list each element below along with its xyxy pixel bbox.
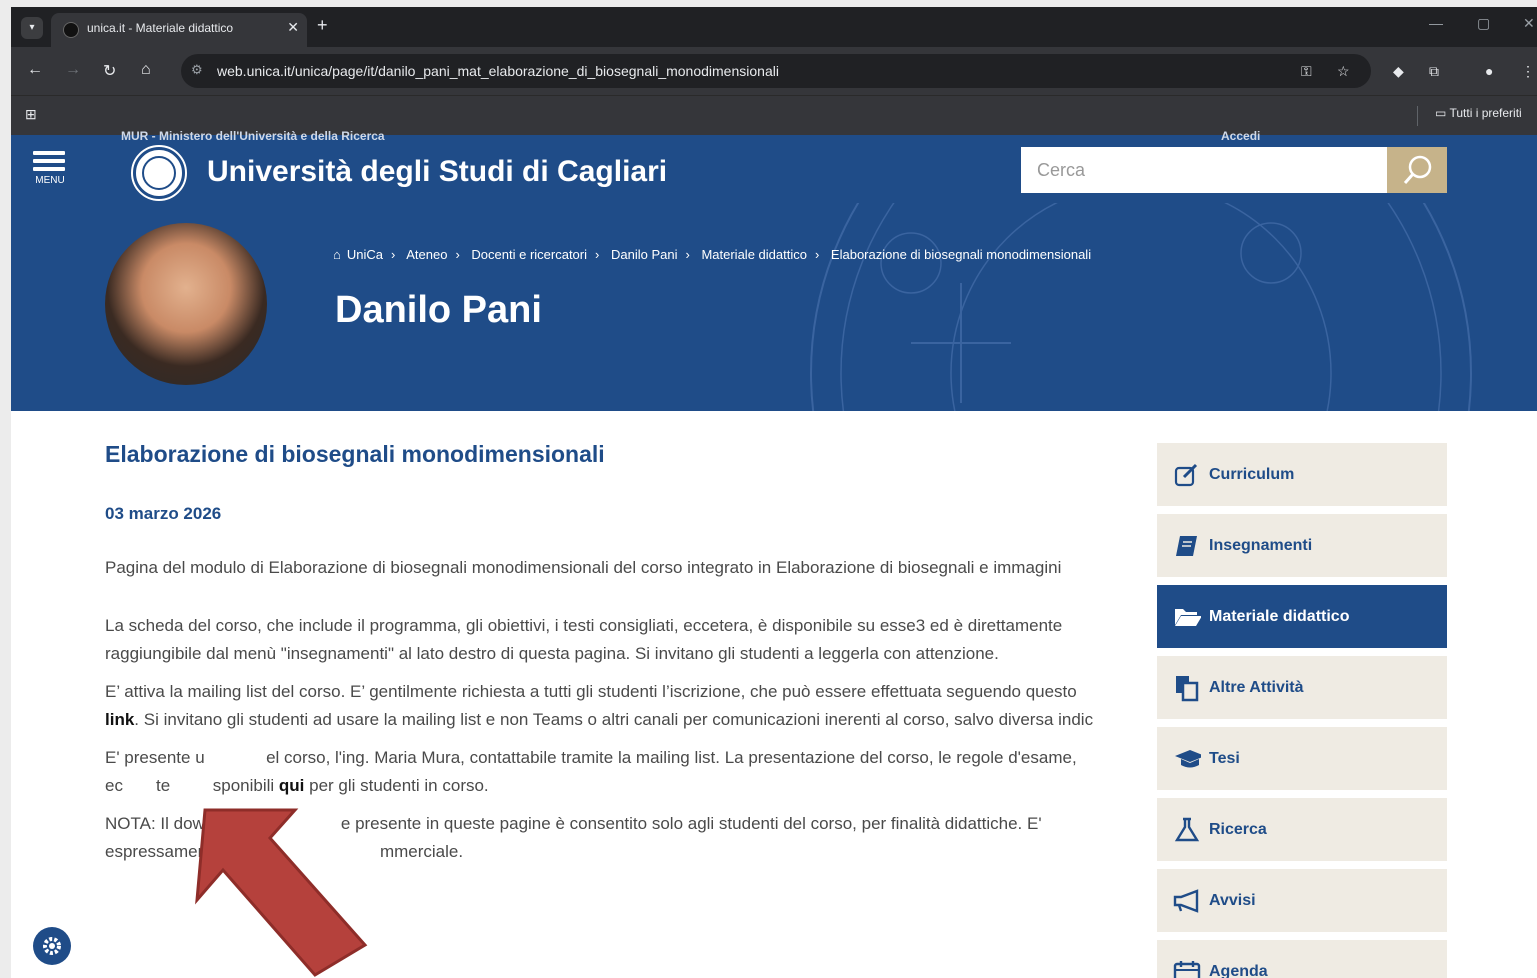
home-icon: ⌂ xyxy=(333,247,341,262)
extension-badge-icon[interactable]: ◆ xyxy=(1393,63,1404,80)
breadcrumb-item[interactable]: UniCa xyxy=(347,247,383,262)
active-tab[interactable]: unica.it - Materiale didattico ✕ xyxy=(51,13,307,47)
browser-toolbar: ← → ↻ ⌂ ⚙ web.unica.it/unica/page/it/dan… xyxy=(11,47,1537,95)
restore-icon[interactable]: ▢ xyxy=(1477,15,1490,32)
bookmark-star-icon[interactable]: ☆ xyxy=(1337,63,1350,80)
breadcrumb-item[interactable]: Materiale didattico xyxy=(701,247,807,262)
book-icon xyxy=(1173,534,1201,558)
profile-hero: ⌂ UniCa › Ateneo › Docenti e ricercatori › D… xyxy=(11,203,1537,411)
annotation-arrow xyxy=(195,808,368,977)
folder-open-icon xyxy=(1173,605,1201,629)
search-icon xyxy=(1403,155,1432,184)
menu-label: MENU xyxy=(35,175,65,186)
qui-link[interactable]: qui xyxy=(279,776,305,795)
university-seal-logo[interactable] xyxy=(131,145,187,201)
seal-watermark xyxy=(810,203,1472,411)
article-paragraph: La scheda del corso, che include il prog… xyxy=(105,616,1063,663)
ministry-link[interactable]: MUR - Ministero dell'Università e della … xyxy=(121,129,385,143)
search-box xyxy=(1021,147,1387,193)
article-paragraph: E' presente u el corso, l'ing. Maria Mur… xyxy=(105,748,1077,795)
flask-icon xyxy=(1173,817,1201,842)
article-paragraph: Pagina del modulo di Elaborazione di bio… xyxy=(105,558,1062,577)
sidebar-item-ricerca[interactable]: Ricerca xyxy=(1157,798,1447,861)
article-title: Elaborazione di biosegnali monodimension… xyxy=(105,441,605,467)
site-info-icon[interactable]: ⚙ xyxy=(191,62,203,78)
address-bar[interactable]: ⚙ web.unica.it/unica/page/it/danilo_pani… xyxy=(181,54,1371,88)
breadcrumb-item[interactable]: Ateneo xyxy=(406,247,447,262)
sidebar-item-label: Tesi xyxy=(1209,749,1240,767)
sidebar-item-label: Materiale didattico xyxy=(1209,607,1350,625)
cookie-settings-button[interactable] xyxy=(33,927,71,965)
more-menu-icon[interactable]: ⋮ xyxy=(1521,63,1535,80)
article-paragraph: E’ attiva la mailing list del corso. E’ … xyxy=(105,682,1094,729)
back-icon[interactable]: ← xyxy=(27,61,43,79)
menu-button[interactable]: MENU xyxy=(33,151,67,186)
profile-avatar-icon[interactable]: ● xyxy=(1485,63,1493,79)
sidebar-item-curriculum[interactable]: Curriculum xyxy=(1157,443,1447,506)
home-icon[interactable]: ⌂ xyxy=(141,61,151,79)
sidebar-item-label: Avvisi xyxy=(1209,891,1256,909)
sidebar-item-materiale-didattico[interactable]: Materiale didattico xyxy=(1157,585,1447,648)
gear-icon xyxy=(43,937,61,955)
search-input[interactable] xyxy=(1021,147,1387,193)
url-text[interactable]: web.unica.it/unica/page/it/danilo_pani_m… xyxy=(217,63,779,79)
article-date: 03 marzo 2026 xyxy=(105,504,222,523)
sidebar-item-tesi[interactable]: Tesi xyxy=(1157,727,1447,790)
close-window-icon[interactable]: ✕ xyxy=(1523,15,1535,32)
forward-icon[interactable]: → xyxy=(65,61,81,79)
new-tab-button[interactable]: + xyxy=(317,15,328,36)
sidebar-item-agenda[interactable]: Agenda xyxy=(1157,940,1447,978)
sidebar-item-label: Insegnamenti xyxy=(1209,536,1313,554)
edit-icon xyxy=(1173,463,1201,487)
profile-photo xyxy=(105,223,267,385)
bookmarks-divider xyxy=(1417,106,1418,126)
tab-strip: ▾ unica.it - Materiale didattico ✕ + — ▢… xyxy=(11,7,1537,47)
sidebar-item-label: Curriculum xyxy=(1209,465,1295,483)
tab-close-icon[interactable]: ✕ xyxy=(287,19,299,36)
password-key-icon[interactable]: ⚿ xyxy=(1301,63,1312,80)
megaphone-icon xyxy=(1173,888,1201,913)
calendar-icon xyxy=(1173,960,1201,978)
tab-search-button[interactable]: ▾ xyxy=(21,17,43,39)
search-button[interactable] xyxy=(1387,147,1447,193)
breadcrumb: ⌂ UniCa › Ateneo › Docenti e ricercatori › D… xyxy=(333,247,1092,262)
tab-title: unica.it - Materiale didattico xyxy=(87,21,234,35)
breadcrumb-item[interactable]: Docenti e ricercatori xyxy=(471,247,587,262)
copy-icon xyxy=(1173,675,1201,701)
login-link[interactable]: Accedi xyxy=(1221,129,1260,143)
sidebar-item-insegnamenti[interactable]: Insegnamenti xyxy=(1157,514,1447,577)
sidebar-item-label: Ricerca xyxy=(1209,820,1267,838)
breadcrumb-current: Elaborazione di biosegnali monodimension… xyxy=(830,247,1092,262)
sidebar-nav: Curriculum Insegnamenti Materiale didatt… xyxy=(1157,443,1447,978)
reload-icon[interactable]: ↻ xyxy=(103,61,116,81)
breadcrumb-item[interactable]: Danilo Pani xyxy=(611,247,678,262)
favicon-icon xyxy=(63,22,79,38)
mailing-list-link[interactable]: link xyxy=(105,710,134,729)
all-bookmarks-folder[interactable]: ▭ Tutti i preferiti xyxy=(1435,106,1522,120)
extensions-icon[interactable]: ⧉ xyxy=(1429,63,1439,80)
site-header: MUR - Ministero dell'Università e della … xyxy=(11,129,1537,203)
all-bookmarks-label: Tutti i preferiti xyxy=(1449,106,1522,120)
minimize-icon[interactable]: — xyxy=(1429,15,1443,31)
browser-window: ▾ unica.it - Materiale didattico ✕ + — ▢… xyxy=(11,7,1537,135)
site-title[interactable]: Università degli Studi di Cagliari xyxy=(207,155,667,189)
apps-grid-icon[interactable]: ⊞ xyxy=(25,106,37,123)
graduation-cap-icon xyxy=(1173,747,1201,771)
sidebar-item-avvisi[interactable]: Avvisi xyxy=(1157,869,1447,932)
sidebar-item-label: Altre Attività xyxy=(1209,678,1304,696)
sidebar-item-altre-attivita[interactable]: Altre Attività xyxy=(1157,656,1447,719)
page-title: Danilo Pani xyxy=(335,289,542,331)
sidebar-item-label: Agenda xyxy=(1209,962,1268,978)
